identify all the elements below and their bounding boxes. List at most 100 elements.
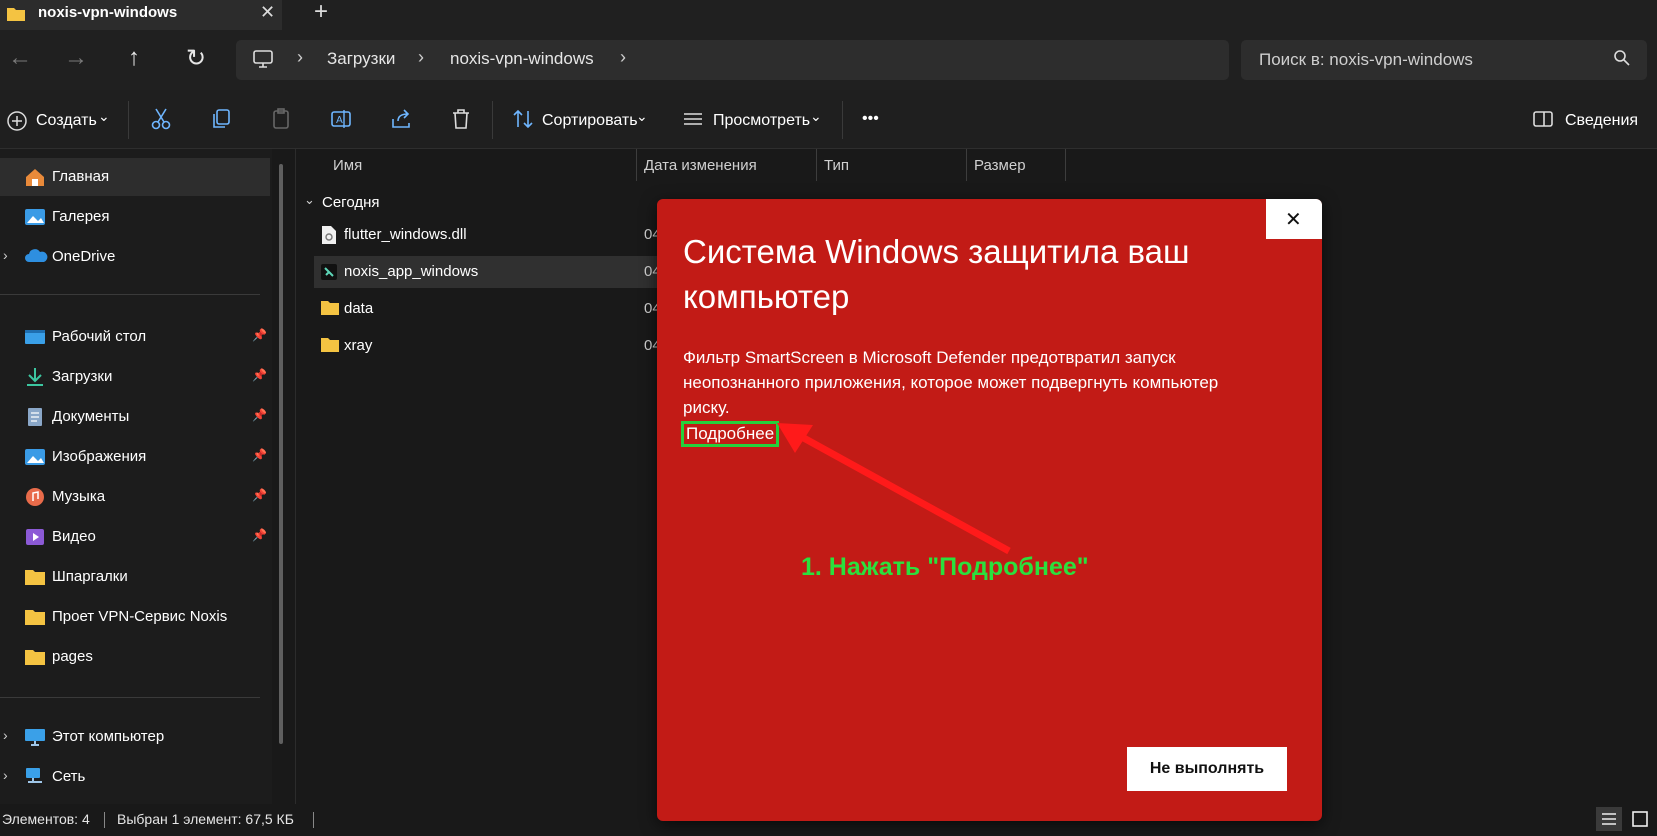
desktop-icon [24, 327, 46, 352]
cut-icon[interactable] [150, 107, 172, 136]
tab-close-icon[interactable]: ✕ [260, 2, 275, 23]
dialog-close-button[interactable]: ✕ [1266, 199, 1322, 239]
annotation-arrow [777, 423, 1011, 555]
tab-bar: noxis-vpn-windows ✕ + [0, 0, 1657, 30]
home-icon [24, 167, 46, 192]
folder-icon [320, 336, 340, 359]
tab-title: noxis-vpn-windows [38, 4, 178, 21]
breadcrumb-separator: › [297, 47, 303, 67]
sidebar-item-downloads[interactable]: Загрузки 📌 [0, 358, 270, 396]
column-divider[interactable] [966, 149, 967, 181]
refresh-button[interactable]: ↻ [186, 44, 206, 73]
back-button[interactable]: ← [8, 44, 32, 72]
copy-icon[interactable] [210, 107, 232, 136]
sidebar-item-desktop[interactable]: Рабочий стол 📌 [0, 318, 270, 356]
dialog-title: Система Windows защитила ваш компьютер [683, 233, 1190, 315]
sort-button[interactable]: Сортировать [542, 112, 638, 130]
delete-icon[interactable] [450, 107, 472, 136]
sort-dropdown-icon[interactable]: ⌄ [636, 108, 648, 125]
column-header-date[interactable]: Дата изменения [644, 157, 757, 174]
details-view-toggle[interactable] [1596, 807, 1622, 831]
details-pane-icon [1532, 107, 1554, 136]
sidebar-item-network[interactable]: › Сеть [0, 758, 270, 796]
pin-icon[interactable]: 📌 [252, 408, 267, 422]
sidebar-item-music[interactable]: Музыка 📌 [0, 478, 270, 516]
forward-button[interactable]: → [64, 44, 88, 72]
status-selection: Выбран 1 элемент: 67,5 КБ [117, 811, 294, 827]
download-icon [24, 367, 46, 392]
breadcrumb-downloads[interactable]: Загрузки [327, 49, 395, 69]
chevron-right-icon[interactable]: › [3, 727, 8, 743]
onedrive-icon [24, 247, 48, 270]
folder-icon [24, 607, 46, 632]
sidebar-item-label: Проет VPN-Сервис Noxis [52, 608, 228, 625]
status-divider [104, 812, 105, 828]
column-divider[interactable] [636, 149, 637, 181]
dont-run-label: Не выполнять [1149, 760, 1265, 777]
tab-active[interactable]: noxis-vpn-windows ✕ [0, 0, 282, 30]
annotation-instruction: 1. Нажать "Подробнее" [801, 553, 1089, 581]
group-header-today[interactable]: Сегодня [322, 194, 380, 211]
chevron-right-icon[interactable]: › [3, 247, 8, 263]
sidebar-item-label: pages [52, 648, 93, 665]
sidebar-item-label: Сеть [52, 768, 86, 785]
sidebar-scrollbar[interactable] [279, 164, 283, 744]
file-name: noxis_app_windows [344, 263, 479, 280]
details-button[interactable]: Сведения [1565, 112, 1638, 130]
dont-run-button[interactable]: Не выполнять [1127, 747, 1287, 791]
create-button[interactable]: Создать [36, 112, 97, 130]
column-divider[interactable] [816, 149, 817, 181]
sidebar-item-gallery[interactable]: Галерея [0, 198, 270, 236]
folder-icon [320, 299, 340, 322]
sidebar-item-home[interactable]: Главная [0, 158, 270, 196]
sidebar-divider [0, 697, 260, 698]
toolbar-divider [842, 101, 843, 139]
network-icon [24, 767, 46, 792]
tiles-view-toggle[interactable] [1627, 807, 1653, 831]
search-box[interactable]: Поиск в: noxis-vpn-windows [1241, 40, 1647, 80]
search-input[interactable]: Поиск в: noxis-vpn-windows [1259, 50, 1473, 70]
view-dropdown-icon[interactable]: ⌄ [810, 108, 822, 125]
gallery-icon [24, 207, 46, 232]
column-divider[interactable] [1065, 149, 1066, 181]
sidebar-item-label: Рабочий стол [52, 328, 147, 345]
column-header-size[interactable]: Размер [974, 157, 1026, 174]
breadcrumb-current-folder[interactable]: noxis-vpn-windows [450, 49, 594, 69]
sidebar-item-label: Видео [52, 528, 96, 545]
column-header-name[interactable]: Имя [333, 157, 362, 174]
sidebar-item-onedrive[interactable]: › OneDrive [0, 238, 270, 276]
view-button[interactable]: Просмотреть [713, 112, 810, 130]
pin-icon[interactable]: 📌 [252, 488, 267, 502]
file-name: data [344, 300, 374, 317]
sidebar-item-pages[interactable]: pages [0, 638, 270, 676]
folder-icon [6, 5, 26, 28]
status-item-count: Элементов: 4 [2, 811, 90, 827]
video-icon [24, 527, 46, 552]
dll-file-icon [320, 225, 338, 250]
pin-icon[interactable]: 📌 [252, 328, 267, 342]
more-options-button[interactable]: ••• [862, 110, 879, 128]
pin-icon[interactable]: 📌 [252, 368, 267, 382]
create-dropdown-icon[interactable]: ⌄ [98, 108, 110, 125]
computer-icon [24, 727, 46, 752]
sidebar-item-cheatsheets[interactable]: Шпаргалки [0, 558, 270, 596]
sidebar-item-label: Шпаргалки [52, 568, 128, 585]
more-info-link[interactable]: Подробнее [681, 421, 780, 447]
pin-icon[interactable]: 📌 [252, 528, 267, 542]
chevron-right-icon[interactable]: › [3, 767, 8, 783]
rename-icon[interactable]: A [330, 107, 352, 136]
up-button[interactable]: ↑ [128, 44, 140, 72]
share-icon[interactable] [390, 107, 412, 136]
sidebar-item-pictures[interactable]: Изображения 📌 [0, 438, 270, 476]
chevron-down-icon[interactable]: ⌄ [304, 192, 315, 208]
sidebar-item-noxis-project[interactable]: Проет VPN-Сервис Noxis [0, 598, 270, 636]
sort-icon [512, 107, 534, 136]
new-tab-button[interactable]: + [314, 0, 328, 26]
pin-icon[interactable]: 📌 [252, 448, 267, 462]
column-header-type[interactable]: Тип [824, 157, 849, 174]
sidebar-item-documents[interactable]: Документы 📌 [0, 398, 270, 436]
sidebar-item-this-pc[interactable]: › Этот компьютер [0, 718, 270, 756]
sidebar-item-video[interactable]: Видео 📌 [0, 518, 270, 556]
breadcrumb-separator: › [620, 47, 626, 67]
computer-icon [252, 49, 274, 74]
